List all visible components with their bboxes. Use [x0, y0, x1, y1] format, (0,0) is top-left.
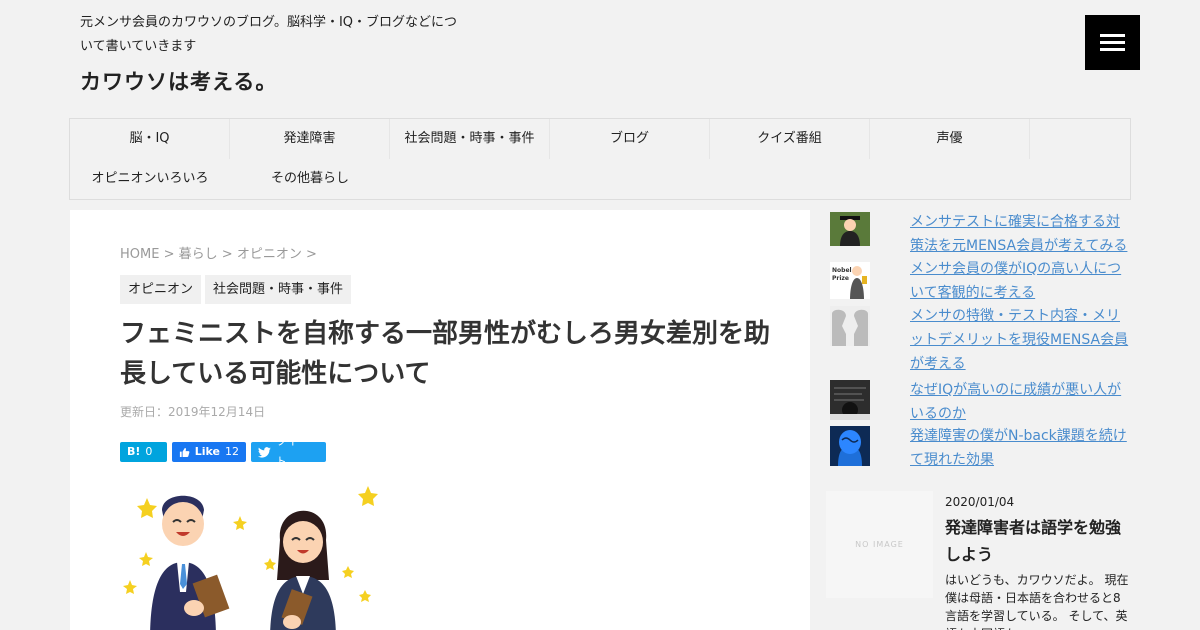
category-tag[interactable]: 社会問題・時事・事件 — [205, 275, 352, 304]
recent-post-excerpt: はいどうも、カワウソだよ。 現在僕は母語・日本語を合わせると8言語を学習している… — [945, 573, 1129, 630]
popular-post-link[interactable]: メンサの特徴・テスト内容・メリットデメリットを現役MENSA会員が考える — [910, 304, 1130, 376]
hatena-count: 0 — [145, 445, 153, 458]
updated-date: 更新日：2019年12月14日 — [120, 405, 266, 419]
twitter-bird-icon — [258, 446, 271, 458]
hatena-icon: B! — [127, 445, 141, 458]
global-nav: 脳・IQ 発達障害 社会問題・時事・事件 ブログ クイズ番組 声優 オピニオンい… — [69, 118, 1131, 200]
site-title[interactable]: カワウソは考える。 — [80, 66, 277, 96]
popular-post-link[interactable]: なぜIQが高いのに成績が悪い人がいるのか — [910, 378, 1130, 426]
graduation-thumb[interactable] — [830, 212, 870, 246]
eyecatch-illustration — [123, 486, 378, 630]
recent-post-card[interactable]: NO IMAGE 2020/01/04 発達障害者は語学を勉強しよう はいどうも… — [826, 491, 1136, 630]
hatena-bookmark-button[interactable]: B! 0 — [120, 442, 167, 462]
category-tag[interactable]: オピニオン — [120, 275, 202, 304]
site-description: 元メンサ会員のカワウソのブログ。脳科学・IQ・ブログなどについて書いていきます — [80, 15, 458, 54]
recent-post-title[interactable]: 発達障害者は語学を勉強しよう — [945, 514, 1135, 568]
hamburger-menu-button[interactable] — [1085, 15, 1140, 70]
nobel-prize-thumb[interactable]: NobelPrize — [830, 259, 870, 299]
breadcrumb-level2[interactable]: オピニオン — [237, 247, 302, 262]
breadcrumb: HOME > 暮らし > オピニオン > — [120, 247, 317, 262]
breadcrumb-home[interactable]: HOME — [120, 247, 159, 262]
tweet-button[interactable]: ツイート — [251, 435, 326, 468]
popular-post-link[interactable]: メンサテストに確実に合格する対策法を元MENSA会員が考えてみる — [910, 210, 1130, 258]
popular-post-link[interactable]: 発達障害の僕がN-back課題を続けて現れた効果 — [910, 424, 1130, 472]
post-title: フェミニストを自称する一部男性がむしろ男女差別を助長している可能性について — [120, 319, 771, 389]
facebook-like-button[interactable]: Like 12 — [172, 442, 246, 462]
popular-post-link[interactable]: メンサ会員の僕がIQの高い人について客観的に考える — [910, 257, 1130, 305]
category-tags: オピニオン 社会問題・時事・事件 — [120, 275, 352, 304]
like-count: 12 — [225, 445, 239, 458]
nav-item-brain-iq[interactable]: 脳・IQ — [70, 119, 230, 159]
nav-item-opinion[interactable]: オピニオンいろいろ — [70, 159, 230, 199]
breadcrumb-level1[interactable]: 暮らし — [179, 247, 218, 262]
nav-item-voice-actor[interactable]: 声優 — [870, 119, 1030, 159]
share-buttons: B! 0 Like 12 ツイート — [120, 435, 326, 468]
recent-post-date: 2020/01/04 — [945, 495, 1015, 509]
svg-text:Prize: Prize — [832, 275, 849, 282]
article-container: HOME > 暮らし > オピニオン > オピニオン 社会問題・時事・事件 フェ… — [70, 210, 810, 630]
nav-item-blog[interactable]: ブログ — [550, 119, 710, 159]
thumbs-up-icon — [179, 447, 190, 457]
nav-item-quiz[interactable]: クイズ番組 — [710, 119, 870, 159]
nav-item-developmental[interactable]: 発達障害 — [230, 119, 390, 159]
brain-thumb[interactable] — [830, 426, 870, 466]
faces-thumb[interactable] — [830, 306, 870, 346]
exam-thumb[interactable] — [830, 380, 870, 420]
nav-item-social[interactable]: 社会問題・時事・事件 — [390, 119, 550, 159]
menu-icon — [1100, 34, 1125, 37]
no-image-thumbnail: NO IMAGE — [826, 491, 933, 598]
svg-text:Nobel: Nobel — [832, 267, 852, 274]
nav-item-other[interactable]: その他暮らし — [230, 159, 390, 199]
